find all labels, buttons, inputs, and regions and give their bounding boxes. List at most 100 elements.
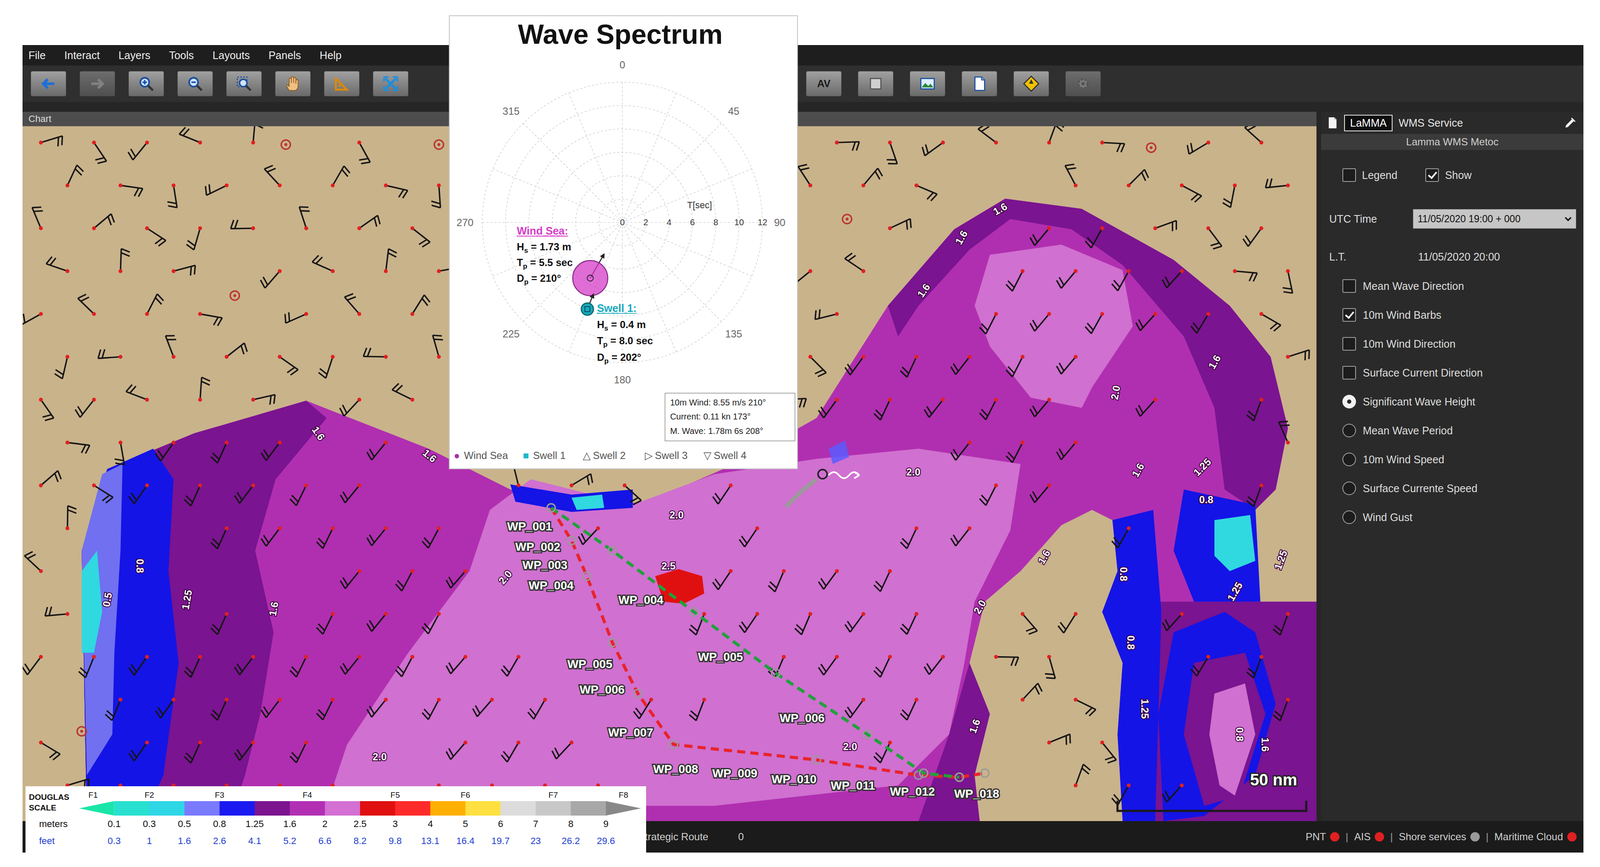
layer-item[interactable]: Mean Wave Period: [1321, 416, 1584, 446]
service-status[interactable]: PNT: [1305, 831, 1340, 843]
menu-item[interactable]: Interact: [64, 49, 100, 62]
toolbar-button[interactable]: [1065, 70, 1101, 97]
waypoint-label[interactable]: WP_004: [618, 593, 664, 607]
waypoint-label[interactable]: WP_006: [779, 711, 825, 725]
checkbox[interactable]: [1342, 168, 1357, 182]
checkbox[interactable]: [1342, 308, 1357, 322]
waypoint-marker[interactable]: [547, 503, 556, 512]
waypoint-label[interactable]: WP_004: [528, 578, 574, 593]
waypoint-marker[interactable]: [812, 755, 821, 764]
route[interactable]: [547, 503, 989, 782]
document-icon[interactable]: [1327, 116, 1339, 130]
radio-button[interactable]: [1342, 423, 1357, 438]
service-status[interactable]: AIS: [1354, 831, 1385, 843]
service-status[interactable]: Maritime Cloud: [1494, 831, 1577, 843]
toolbar-button[interactable]: [226, 70, 262, 97]
checkbox[interactable]: [1342, 365, 1357, 380]
menu-item[interactable]: Tools: [169, 49, 194, 62]
wind-barb-icon: [900, 354, 919, 378]
waypoint-marker[interactable]: [980, 769, 989, 778]
toolbar-button[interactable]: [961, 70, 998, 97]
panel-tab[interactable]: LaMMA: [1344, 114, 1393, 132]
waypoint-marker[interactable]: [771, 669, 780, 678]
polar-spoke: [567, 90, 623, 223]
waypoint-label[interactable]: WP_010: [771, 772, 817, 786]
waypoint-label[interactable]: WP_003: [522, 558, 568, 572]
route[interactable]: [547, 503, 964, 782]
toolbar-button[interactable]: [275, 70, 311, 97]
radio-button[interactable]: [1342, 510, 1357, 525]
menu-item[interactable]: Layers: [118, 49, 151, 62]
radio-button[interactable]: [1342, 481, 1357, 496]
waypoint-label[interactable]: WP_008: [653, 762, 699, 776]
waypoint-label[interactable]: WP_002: [515, 540, 561, 554]
radio-button[interactable]: [1342, 452, 1357, 467]
layer-item[interactable]: 10m Wind Barbs: [1321, 300, 1584, 330]
toolbar-button[interactable]: [1013, 70, 1050, 97]
checkbox[interactable]: [1425, 168, 1439, 182]
toolbar-button[interactable]: AV: [805, 70, 842, 97]
toolbar-button[interactable]: [30, 70, 67, 97]
waypoint-marker[interactable]: [669, 740, 678, 749]
expand-icon[interactable]: [1563, 115, 1578, 131]
waypoint-marker[interactable]: [608, 638, 617, 647]
waypoint-label[interactable]: WP_011: [830, 779, 875, 793]
waypoint-label[interactable]: WP_018: [954, 787, 1000, 801]
waypoint-label[interactable]: WP_009: [712, 766, 758, 781]
layer-item[interactable]: 10m Wind Direction: [1321, 329, 1584, 359]
layer-label: 10m Wind Speed: [1362, 453, 1445, 466]
toolbar-button[interactable]: [128, 70, 165, 97]
layer-item[interactable]: Mean Wave Direction: [1321, 271, 1584, 301]
waypoint-label[interactable]: WP_012: [890, 785, 936, 799]
menu-item[interactable]: Layouts: [212, 49, 250, 62]
layer-item[interactable]: 10m Wind Speed: [1321, 445, 1584, 474]
toolbar-button[interactable]: [79, 70, 116, 97]
checkbox[interactable]: [1342, 337, 1357, 351]
waypoint-marker[interactable]: [919, 769, 928, 778]
wind-barb-icon: [1046, 126, 1064, 145]
force-label: F4: [302, 790, 313, 800]
waypoint-label[interactable]: WP_007: [608, 726, 654, 740]
waypoint-marker[interactable]: [955, 773, 964, 782]
waypoint-marker[interactable]: [582, 572, 591, 581]
contour-label: 0.8: [1125, 635, 1137, 650]
radio-button[interactable]: [1342, 394, 1357, 409]
toolbar-group: [30, 70, 409, 97]
toolbar-button[interactable]: [372, 70, 409, 97]
waypoint-label[interactable]: WP_005: [567, 657, 613, 671]
waypoint-label[interactable]: WP_005: [697, 650, 744, 664]
layer-item[interactable]: Significant Wave Height: [1321, 387, 1584, 417]
waypoint-marker[interactable]: [608, 546, 617, 555]
layer-item[interactable]: Surface Currente Speed: [1321, 473, 1584, 503]
waypoint-marker[interactable]: [955, 773, 964, 782]
toggle[interactable]: Show: [1425, 168, 1472, 182]
waypoint-label[interactable]: WP_006: [579, 683, 625, 697]
menu-item[interactable]: Panels: [268, 49, 301, 62]
toolbar-button[interactable]: [857, 70, 894, 97]
toolbar-button[interactable]: [177, 70, 213, 97]
toggle[interactable]: Legend: [1342, 168, 1398, 182]
menu-item[interactable]: File: [28, 49, 46, 62]
wind-barb-icon: [260, 697, 282, 718]
waypoint-label[interactable]: WP_001: [507, 519, 553, 534]
layer-item[interactable]: Surface Current Direction: [1321, 358, 1584, 388]
utc-dropdown[interactable]: 11/05/2020 19:00 + 000: [1412, 209, 1577, 229]
service-status[interactable]: Shore services: [1398, 831, 1481, 843]
period-axis-label: T[sec]: [686, 200, 713, 211]
toggle-row: Legend Show: [1321, 164, 1584, 186]
waypoint-marker[interactable]: [567, 536, 576, 545]
checkbox[interactable]: [1342, 279, 1357, 293]
toolbar-button[interactable]: [909, 70, 946, 97]
waypoint-marker[interactable]: [689, 607, 698, 616]
waypoint-marker[interactable]: [863, 730, 872, 739]
wind-barb-icon: [1100, 140, 1125, 153]
wind-barb-icon: [22, 655, 43, 676]
wind-barb-icon: [1246, 483, 1264, 507]
menu-item[interactable]: Help: [319, 49, 342, 62]
waypoint-marker[interactable]: [547, 503, 556, 512]
scale-bar-label: 50 nm: [1250, 770, 1298, 789]
waypoint-marker[interactable]: [633, 689, 642, 698]
layer-item[interactable]: Wind Gust: [1321, 502, 1584, 532]
toolbar-button[interactable]: [323, 70, 360, 97]
wave-spectrum-popup[interactable]: Wave Spectrum045901351802252703150246810…: [448, 15, 798, 470]
